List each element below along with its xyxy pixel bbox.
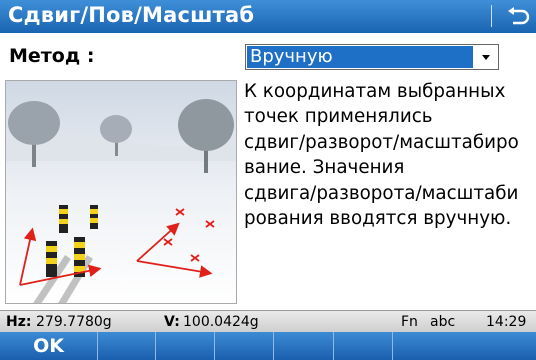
hz-label: Hz: [6,314,32,330]
title-bar: Сдвиг/Пов/Масштаб [0,0,536,33]
method-illustration [5,80,237,304]
softkey-2[interactable] [98,332,156,360]
softkey-7[interactable] [393,332,536,360]
back-button[interactable] [500,0,536,33]
fn-indicator: Fn [401,314,418,330]
method-select[interactable]: Вручную [245,44,499,70]
softkey-6[interactable] [334,332,393,360]
method-select-value: Вручную [247,46,473,68]
status-bar: Hz: 279.7780g V: 100.0424g Fn abc 14:29 [0,310,536,332]
method-description: К координатам выбранных точек применялис… [244,81,519,230]
method-label: Метод : [9,45,95,67]
softkey-4[interactable] [215,332,274,360]
softkey-3[interactable] [156,332,215,360]
window-title: Сдвиг/Пов/Масштаб [8,3,255,27]
input-mode-indicator: abc [430,314,456,330]
softkey-5[interactable] [274,332,334,360]
v-label: V: [164,314,180,330]
chevron-down-icon[interactable] [476,47,496,67]
clock: 14:29 [486,314,527,330]
title-separator [491,5,492,27]
hz-value: 279.7780g [36,314,112,330]
v-value: 100.0424g [183,314,259,330]
softkey-bar: OK [0,332,536,360]
back-arrow-icon [508,7,530,25]
ok-button[interactable]: OK [0,332,98,360]
